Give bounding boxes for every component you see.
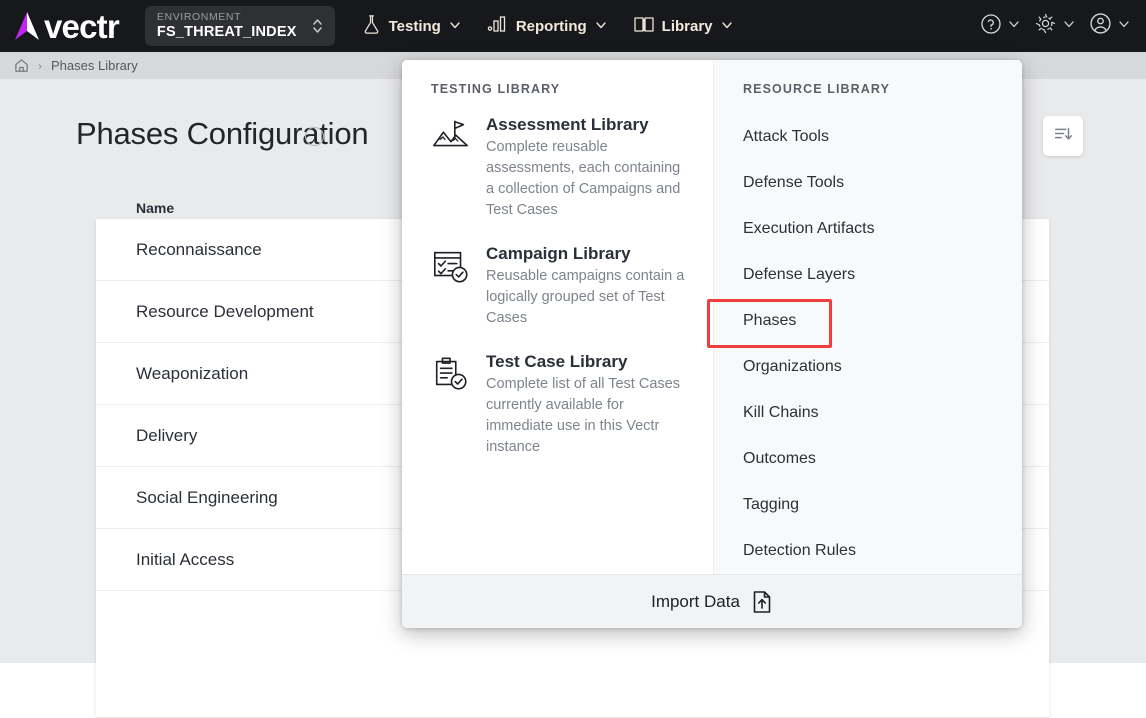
resource-library-heading: RESOURCE LIBRARY — [743, 82, 891, 96]
resource-item-label: Execution Artifacts — [743, 220, 875, 237]
testing-library-heading: TESTING LIBRARY — [431, 82, 561, 96]
environment-value: FS_THREAT_INDEX — [156, 24, 297, 40]
resource-item-label: Tagging — [743, 496, 800, 513]
sort-button[interactable] — [1043, 116, 1083, 156]
resource-item-defense-layers[interactable]: Defense Layers — [714, 252, 1022, 298]
resource-item-label: Attack Tools — [743, 128, 829, 145]
environment-selector[interactable]: ENVIRONMENT FS_THREAT_INDEX — [144, 6, 335, 46]
chevron-down-icon — [721, 18, 733, 35]
sort-descending-icon — [1052, 123, 1074, 150]
resource-item-label: Detection Rules — [743, 542, 856, 559]
menu-item-description: Complete list of all Test Cases currentl… — [486, 376, 680, 455]
table-cell-name: Initial Access — [136, 549, 235, 569]
info-circle-icon[interactable] — [305, 127, 324, 146]
bar-chart-icon — [487, 15, 509, 37]
resource-item-label: Kill Chains — [743, 404, 819, 421]
menu-item-description: Complete reusable assessments, each cont… — [486, 139, 681, 218]
nav-item-reporting[interactable]: Reporting — [485, 9, 609, 43]
settings-menu[interactable] — [1034, 12, 1075, 40]
nav-item-library[interactable]: Library — [631, 9, 735, 44]
menu-item-campaign-library[interactable]: Campaign Library Reusable campaigns cont… — [431, 243, 691, 329]
top-navigation-bar: vectr ENVIRONMENT FS_THREAT_INDEX Testin… — [0, 0, 1146, 52]
resource-item-organizations[interactable]: Organizations — [714, 344, 1022, 390]
table-cell-name: Reconnaissance — [136, 239, 262, 259]
table-cell-name: Resource Development — [136, 301, 314, 321]
resource-item-phases[interactable]: Phases — [707, 298, 1022, 348]
resource-item-label: Outcomes — [743, 450, 816, 467]
resource-item-label: Organizations — [743, 358, 842, 375]
account-icon — [1089, 12, 1112, 40]
breadcrumb-current[interactable]: Phases Library — [51, 58, 138, 73]
clipboard-check-icon — [431, 351, 471, 458]
resource-library-column: RESOURCE LIBRARY Attack Tools Defense To… — [707, 60, 1022, 574]
book-icon — [633, 15, 655, 38]
page-title: Phases Configuration — [76, 116, 369, 151]
vectr-logo-icon — [12, 10, 42, 42]
account-menu[interactable] — [1089, 12, 1130, 40]
chevron-down-icon — [595, 18, 607, 35]
nav-item-testing[interactable]: Testing — [359, 8, 463, 45]
resource-item-defense-tools[interactable]: Defense Tools — [714, 160, 1022, 206]
table-cell-name: Weaponization — [136, 363, 249, 383]
chevron-down-icon — [449, 18, 461, 35]
resource-item-kill-chains[interactable]: Kill Chains — [714, 390, 1022, 436]
import-data-button[interactable]: Import Data — [402, 574, 1022, 628]
table-column-name[interactable]: Name — [136, 200, 174, 219]
help-menu[interactable] — [980, 13, 1020, 40]
menu-item-title: Campaign Library — [486, 244, 631, 263]
gear-icon — [1034, 12, 1057, 40]
brand-logo[interactable]: vectr — [12, 7, 120, 45]
home-icon[interactable] — [14, 58, 29, 73]
resource-item-outcomes[interactable]: Outcomes — [714, 436, 1022, 482]
menu-item-title: Test Case Library — [486, 352, 628, 371]
nav-item-reporting-label: Reporting — [515, 17, 587, 35]
checklist-icon — [431, 243, 471, 329]
menu-item-title: Assessment Library — [486, 115, 649, 134]
panel-columns: TESTING LIBRARY Assessment Library Compl… — [402, 60, 1022, 574]
table-cell-name: Social Engineering — [136, 487, 278, 507]
testing-library-column: TESTING LIBRARY Assessment Library Compl… — [402, 60, 713, 574]
resource-item-label: Defense Tools — [743, 174, 845, 191]
library-dropdown-panel: TESTING LIBRARY Assessment Library Compl… — [402, 60, 1022, 628]
chevron-down-icon — [1118, 17, 1130, 35]
resource-item-detection-rules[interactable]: Detection Rules — [714, 528, 1022, 574]
table-cell-name: Delivery — [136, 425, 198, 445]
breadcrumb-separator: › — [38, 58, 42, 73]
resource-item-label: Defense Layers — [743, 266, 856, 283]
menu-item-description: Reusable campaigns contain a logically g… — [486, 268, 685, 326]
environment-label: ENVIRONMENT — [156, 11, 242, 23]
menu-item-test-case-library[interactable]: Test Case Library Complete list of all T… — [431, 351, 691, 458]
nav-item-library-label: Library — [661, 17, 713, 35]
resource-item-execution-artifacts[interactable]: Execution Artifacts — [714, 206, 1022, 252]
import-data-label: Import Data — [651, 591, 740, 611]
resource-item-label: Phases — [743, 312, 797, 329]
help-icon — [980, 13, 1002, 40]
resource-item-attack-tools[interactable]: Attack Tools — [714, 114, 1022, 160]
mountain-flag-icon — [431, 114, 471, 221]
nav-item-testing-label: Testing — [388, 17, 441, 35]
resource-item-tagging[interactable]: Tagging — [714, 482, 1022, 528]
file-upload-icon — [751, 590, 773, 614]
chevron-up-down-icon — [311, 15, 325, 37]
brand-name: vectr — [44, 7, 120, 45]
chevron-down-icon — [1063, 17, 1075, 35]
chevron-down-icon — [1008, 17, 1020, 35]
flask-icon — [361, 14, 382, 39]
menu-item-assessment-library[interactable]: Assessment Library Complete reusable ass… — [431, 114, 691, 221]
main-nav-items: Testing Reporting Library — [359, 8, 735, 45]
nav-right-icons — [980, 12, 1130, 40]
